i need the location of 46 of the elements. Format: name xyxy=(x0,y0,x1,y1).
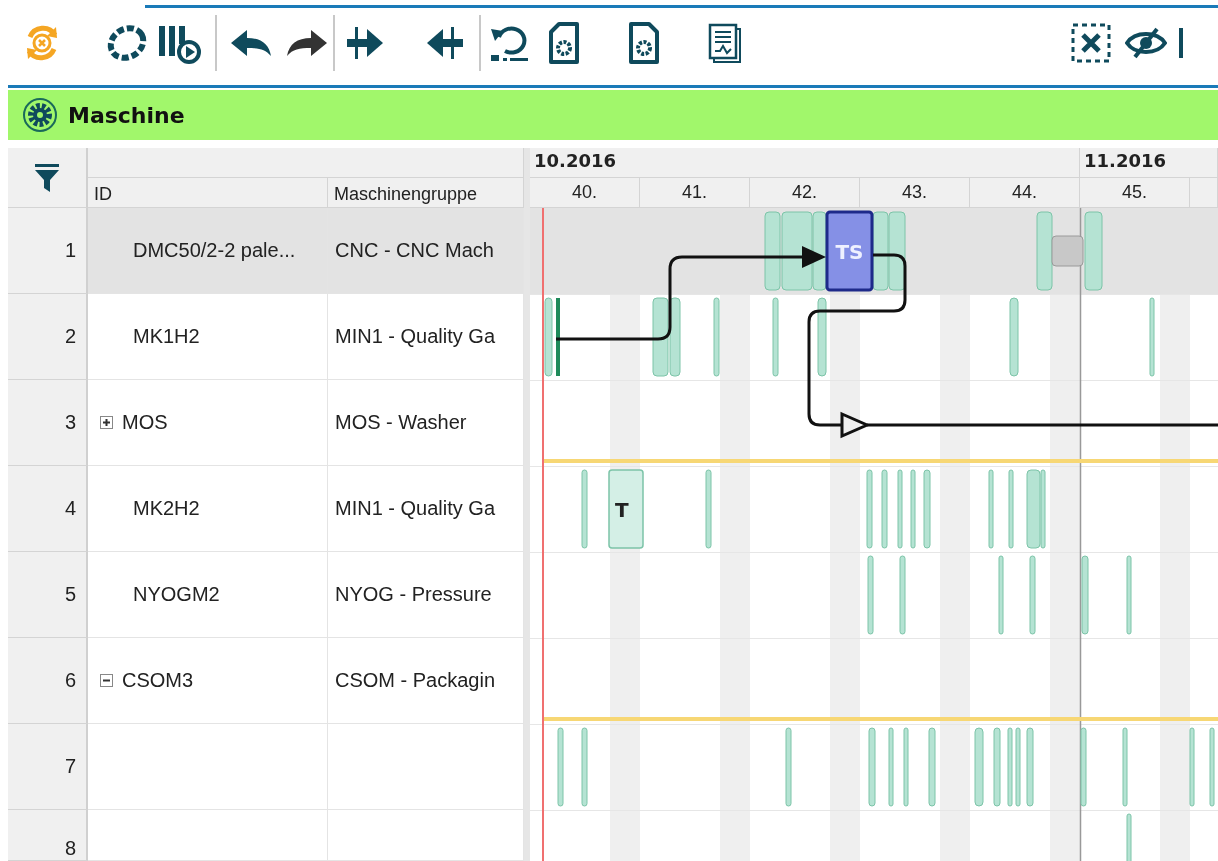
task-bar[interactable] xyxy=(669,297,681,377)
task-bar[interactable] xyxy=(812,211,827,291)
expand-icon[interactable] xyxy=(100,416,113,429)
move-left-icon[interactable] xyxy=(425,24,465,61)
dashed-ring-icon[interactable] xyxy=(105,22,149,63)
table-cell: MK2H2 xyxy=(88,466,328,552)
row-header[interactable]: 6 xyxy=(8,638,88,724)
task-bar[interactable] xyxy=(888,211,906,291)
move-right-icon[interactable] xyxy=(345,24,385,61)
table-cell: DMC50/2-2 pale... xyxy=(88,208,328,294)
task-bar[interactable] xyxy=(652,297,669,377)
row-header[interactable]: 3 xyxy=(8,380,88,466)
panel-title: Maschine xyxy=(68,102,185,128)
collapse-icon[interactable] xyxy=(100,674,113,687)
column-header[interactable]: Maschinengruppe xyxy=(328,178,524,208)
row-header[interactable]: 4 xyxy=(8,466,88,552)
tree-label: CSOM3 xyxy=(122,669,194,692)
blocked-bar[interactable] xyxy=(1051,235,1084,267)
column-header[interactable]: ID xyxy=(88,178,328,208)
table-cell: NYOGM2 xyxy=(88,552,328,638)
month-header: 10.2016 xyxy=(530,148,1080,178)
document-gear-icon[interactable] xyxy=(547,21,581,64)
splitter[interactable] xyxy=(524,148,530,861)
filter-icon[interactable] xyxy=(34,162,60,193)
table-cell: CNC - CNC Mach xyxy=(328,208,524,294)
table-cell: MK1H2 xyxy=(88,294,328,380)
task-bar[interactable]: T xyxy=(608,469,644,549)
row-header[interactable]: 5 xyxy=(8,552,88,638)
row-header[interactable]: 1 xyxy=(8,208,88,294)
dependency-arrow[interactable] xyxy=(556,246,826,341)
report-icon[interactable] xyxy=(707,21,743,64)
table-cell: MOS - Washer xyxy=(328,380,524,466)
table-cell: CSOM - Packagin xyxy=(328,638,524,724)
row-header[interactable]: 8 xyxy=(8,810,88,861)
row-header[interactable]: 7 xyxy=(8,724,88,810)
month-header: 11.2016 xyxy=(1080,148,1218,178)
gear-icon xyxy=(22,97,58,133)
task-bar[interactable] xyxy=(764,211,781,291)
document-gear-icon[interactable] xyxy=(627,21,661,64)
task-bar[interactable] xyxy=(817,297,827,377)
row-header[interactable]: 2 xyxy=(8,294,88,380)
tree-label: MOS xyxy=(122,411,168,434)
clear-selection-icon[interactable] xyxy=(1071,22,1111,63)
table-cell: MIN1 - Quality Ga xyxy=(328,294,524,380)
table-cell: MIN1 - Quality Ga xyxy=(328,466,524,552)
table-cell: NYOG - Pressure xyxy=(328,552,524,638)
